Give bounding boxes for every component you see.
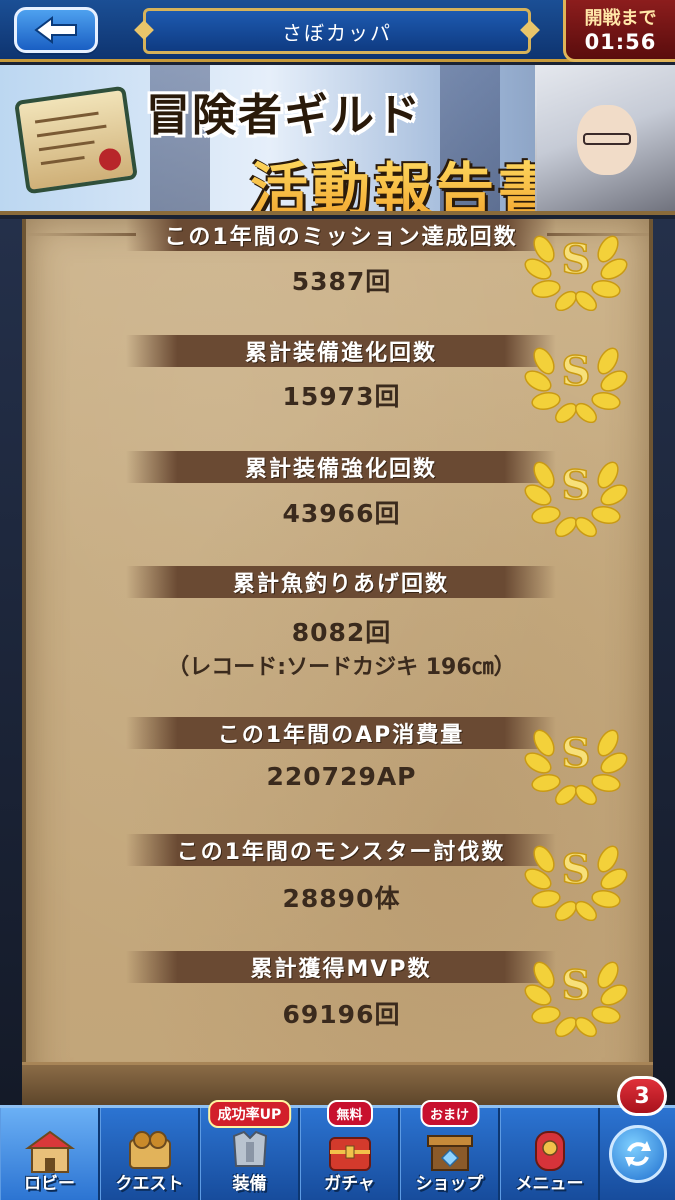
report-item-label-ribbon: この1年間のモンスター討伐数 xyxy=(126,834,556,866)
rank-letter: S xyxy=(562,730,591,777)
shop-stall-icon xyxy=(426,1135,473,1171)
timer-value: 01:56 xyxy=(584,30,657,54)
report-item-label: この1年間のAP消費量 xyxy=(217,723,465,748)
refresh-button[interactable]: 3 xyxy=(600,1076,675,1200)
report-item-value: 8082回 xyxy=(291,618,392,647)
top-bar: さぼカッパ 開戦まで 01:56 xyxy=(0,0,675,62)
nav-gacha[interactable]: 無料 ガチャ xyxy=(300,1100,400,1200)
report-item-label-ribbon: この1年間のミッション達成回数 xyxy=(126,219,556,251)
s-rank-medal-icon: S xyxy=(524,729,628,805)
banner-title-line2: 活動報告書 xyxy=(250,143,560,211)
bonus-tag: おまけ xyxy=(419,1100,480,1127)
back-button[interactable] xyxy=(14,7,98,53)
report-item-label: 累計魚釣りあげ回数 xyxy=(232,572,449,597)
nav-shop-label: ショップ xyxy=(415,1174,484,1194)
nav-quest-label: クエスト xyxy=(115,1174,184,1194)
notification-badge: 3 xyxy=(617,1076,667,1116)
free-tag: 無料 xyxy=(326,1100,373,1127)
glasses-icon xyxy=(583,133,631,145)
s-rank-medal-icon: S xyxy=(524,461,628,537)
treasure-chest-icon xyxy=(328,1137,371,1171)
nav-menu[interactable]: メニュー xyxy=(500,1108,600,1200)
report-item-label: この1年間のモンスター討伐数 xyxy=(176,840,506,865)
player-name: さぼカッパ xyxy=(282,20,392,45)
s-rank-medal-icon: S xyxy=(524,235,628,311)
fishing-record-note: （レコード:ソードカジキ 196㎝） xyxy=(167,655,516,680)
report-item-label-ribbon: この1年間のAP消費量 xyxy=(126,717,556,749)
s-rank-medal-icon: S xyxy=(524,845,628,921)
wax-seal-icon xyxy=(97,147,123,172)
report-item-label-ribbon: 累計獲得MVP数 xyxy=(126,951,556,983)
report-item-label: 累計装備強化回数 xyxy=(244,457,437,482)
rank-letter: S xyxy=(562,462,591,509)
refresh-icon xyxy=(608,1125,667,1183)
menu-book-icon xyxy=(534,1131,565,1171)
report-item-label-ribbon: 累計装備強化回数 xyxy=(126,451,556,483)
timer-label: 開戦まで xyxy=(584,8,657,29)
nav-shop[interactable]: おまけ ショップ xyxy=(400,1100,500,1200)
nav-gacha-label: ガチャ xyxy=(324,1174,375,1194)
rank-letter: S xyxy=(562,846,591,893)
report-item-label: 累計装備進化回数 xyxy=(244,341,437,366)
rank-letter: S xyxy=(562,962,591,1009)
report-item-label-ribbon: 累計装備進化回数 xyxy=(126,335,556,367)
guild-character-portrait xyxy=(535,65,675,211)
report-list[interactable]: この1年間のミッション達成回数 5387回 S 累計装備進化回数 15973回 xyxy=(22,219,653,1105)
nav-menu-label: メニュー xyxy=(515,1174,584,1194)
success-rate-up-tag: 成功率UP xyxy=(207,1100,292,1128)
bottom-nav: ロビー クエスト 成功率UP 装備 無料 ガチャ おまけ ショップ メニュー 3 xyxy=(0,1076,675,1200)
player-name-plate: さぼカッパ xyxy=(143,8,531,54)
nav-equip-label: 装備 xyxy=(232,1174,267,1194)
nav-equip[interactable]: 成功率UP 装備 xyxy=(200,1100,300,1200)
armor-icon xyxy=(232,1130,267,1167)
report-banner: 冒険者ギルド 活動報告書 xyxy=(0,65,675,215)
report-item-label: 累計獲得MVP数 xyxy=(250,957,432,982)
report-item-label-ribbon: 累計魚釣りあげ回数 xyxy=(126,566,556,598)
scroll-icon xyxy=(14,85,138,195)
banner-title-line1: 冒険者ギルド xyxy=(146,90,422,141)
nav-lobby[interactable]: ロビー xyxy=(0,1108,100,1200)
castle-icon xyxy=(24,1130,75,1173)
nav-quest[interactable]: クエスト xyxy=(100,1108,200,1200)
s-rank-medal-icon: S xyxy=(524,961,628,1037)
rank-letter: S xyxy=(562,348,591,395)
back-arrow-icon xyxy=(34,16,77,44)
report-item-label: この1年間のミッション達成回数 xyxy=(164,225,518,250)
nav-lobby-label: ロビー xyxy=(24,1174,75,1194)
quest-map-icon xyxy=(128,1131,171,1169)
rank-letter: S xyxy=(562,236,591,283)
battle-timer[interactable]: 開戦まで 01:56 xyxy=(563,0,675,62)
s-rank-medal-icon: S xyxy=(524,347,628,423)
